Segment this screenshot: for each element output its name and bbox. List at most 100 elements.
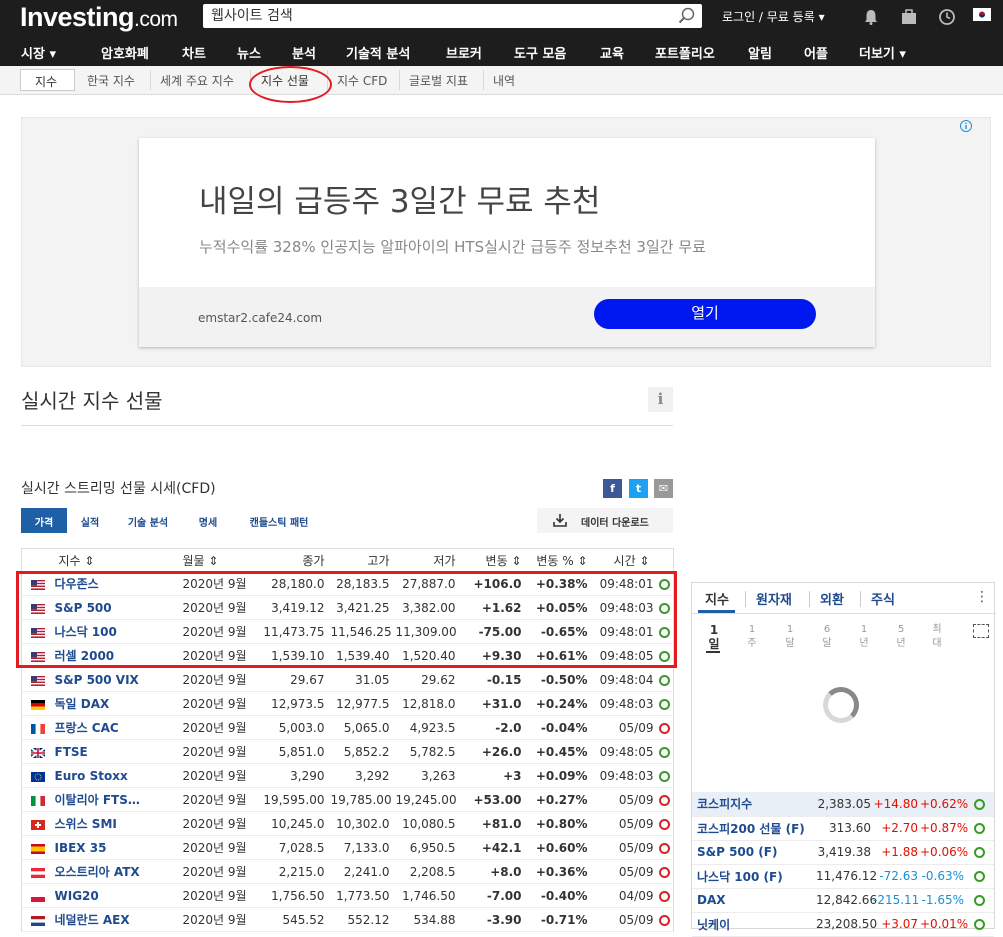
ad-open-button[interactable]: 열기: [594, 299, 816, 329]
high-price: 10,302.0: [330, 811, 396, 836]
header-change-pct[interactable]: 변동 % ⇕: [527, 548, 594, 572]
portfolio-icon[interactable]: [900, 8, 918, 26]
header-low[interactable]: 저가: [395, 548, 462, 572]
side-quote-row[interactable]: DAX 12,842.66 -215.11 -1.65%: [692, 888, 994, 913]
tab-earnings[interactable]: 실적: [69, 508, 111, 533]
subnav-korea-indices[interactable]: 한국 지수: [87, 72, 135, 89]
side-quote-row[interactable]: 나스닥 100 (F) 11,476.12 -72.63 -0.63%: [692, 864, 994, 889]
korea-flag-icon[interactable]: [973, 8, 991, 21]
table-row[interactable]: 프랑스 CAC 2020년 9월 5,003.0 5,065.0 4,923.5 -2.0…: [21, 715, 674, 740]
header-month[interactable]: 월물 ⇕: [182, 548, 261, 572]
table-row[interactable]: IBEX 35 2020년 9월 7,028.5 7,133.0 6,950.5 +42.…: [21, 835, 674, 860]
highlight-circle: [249, 66, 332, 103]
period-option[interactable]: 1 일: [706, 623, 722, 651]
nav-markets[interactable]: 시장 ▾: [21, 43, 56, 62]
search-icon[interactable]: [678, 7, 696, 25]
nav-analysis[interactable]: 분석: [292, 43, 316, 62]
header-change[interactable]: 변동 ⇕: [461, 548, 528, 572]
subnav-world-indices[interactable]: 세계 주요 지수: [160, 72, 234, 89]
subnav-global-indicators[interactable]: 글로벌 지표: [409, 72, 468, 89]
nav-tools[interactable]: 도구 모음: [514, 43, 566, 62]
nav-apps[interactable]: 어플: [804, 43, 828, 62]
quote-name-link[interactable]: 코스피200 선물 (F): [692, 816, 816, 841]
side-tab-commodities[interactable]: 원자재: [756, 589, 792, 608]
table-row[interactable]: 스위스 SMI 2020년 9월 10,245.0 10,302.0 10,080.5 +…: [21, 811, 674, 836]
ad-title: 내일의 급등주 3일간 무료 추천: [199, 184, 601, 220]
download-data-button[interactable]: 데이터 다운로드: [537, 508, 673, 533]
tab-price[interactable]: 가격: [21, 508, 67, 533]
index-name-link[interactable]: S&P 500 VIX: [54, 667, 183, 692]
nav-technical[interactable]: 기술적 분석: [346, 43, 410, 62]
clock-icon[interactable]: [938, 8, 956, 26]
twitter-icon[interactable]: t: [629, 479, 648, 498]
nav-charts[interactable]: 차트: [182, 43, 206, 62]
search-input[interactable]: [211, 6, 671, 26]
chart-expand-icon[interactable]: [973, 624, 989, 638]
quote-name-link[interactable]: 닛케이: [692, 912, 816, 937]
index-name-link[interactable]: WIG20: [54, 883, 183, 908]
nav-alerts[interactable]: 알림: [748, 43, 772, 62]
tab-specs[interactable]: 명세: [185, 508, 231, 533]
side-tab-forex[interactable]: 외환: [820, 589, 844, 608]
quote-name-link[interactable]: 나스닥 100 (F): [692, 864, 816, 889]
index-name-link[interactable]: 오스트리아 ATX: [54, 859, 183, 884]
header-close[interactable]: 종가: [260, 548, 331, 572]
table-row[interactable]: 오스트리아 ATX 2020년 9월 2,215.0 2,241.0 2,208.5 +8…: [21, 859, 674, 884]
header-time[interactable]: 시간 ⇕: [593, 548, 656, 572]
quote-name-link[interactable]: DAX: [692, 888, 816, 913]
nav-education[interactable]: 교육: [600, 43, 624, 62]
subnav-indices[interactable]: 지수: [20, 69, 75, 91]
header-name[interactable]: 지수 ⇕: [54, 548, 183, 572]
nav-brokers[interactable]: 브로커: [446, 43, 482, 62]
index-name-link[interactable]: Euro Stoxx: [54, 763, 183, 788]
side-quote-row[interactable]: S&P 500 (F) 3,419.38 +1.88 +0.06%: [692, 840, 994, 865]
table-row[interactable]: 독일 DAX 2020년 9월 12,973.5 12,977.5 12,818.0 +3…: [21, 691, 674, 716]
table-row[interactable]: 이탈리아 FTS… 2020년 9월 19,595.00 19,785.00 19,24…: [21, 787, 674, 812]
table-row[interactable]: FTSE 2020년 9월 5,851.0 5,852.2 5,782.5 +26.0 +0…: [21, 739, 674, 764]
ad-card[interactable]: 내일의 급등주 3일간 무료 추천 누적수익률 328% 인공지능 알파아이의 …: [139, 138, 875, 347]
change-percent: +0.60%: [527, 835, 594, 860]
header-high[interactable]: 고가: [330, 548, 396, 572]
nav-more[interactable]: 더보기 ▾: [859, 43, 906, 62]
investing-logo[interactable]: Investing.com: [20, 2, 178, 33]
period-option[interactable]: 6 달: [819, 623, 835, 651]
subnav-index-cfd[interactable]: 지수 CFD: [337, 72, 387, 89]
index-name-link[interactable]: 네덜란드 AEX: [54, 907, 183, 932]
side-quote-row[interactable]: 코스피200 선물 (F) 313.60 +2.70 +0.87%: [692, 816, 994, 841]
period-option[interactable]: 1 주: [744, 623, 760, 651]
quote-name-link[interactable]: 코스피지수: [692, 792, 816, 817]
ad-info-icon[interactable]: [960, 120, 972, 132]
tab-candlestick[interactable]: 캔들스틱 패턴: [233, 508, 325, 533]
table-row[interactable]: WIG20 2020년 9월 1,756.50 1,773.50 1,746.50 -7.…: [21, 883, 674, 908]
side-quote-row[interactable]: 코스피지수 2,383.05 +14.80 +0.62%: [692, 792, 994, 817]
index-name-link[interactable]: 스위스 SMI: [54, 811, 183, 836]
index-name-link[interactable]: 프랑스 CAC: [54, 715, 183, 740]
index-name-link[interactable]: IBEX 35: [54, 835, 183, 860]
side-quote-row[interactable]: 닛케이 23,208.50 +3.07 +0.01%: [692, 912, 994, 937]
period-option[interactable]: 1 년: [856, 623, 872, 651]
facebook-icon[interactable]: f: [603, 479, 622, 498]
table-row[interactable]: Euro Stoxx 2020년 9월 3,290 3,292 3,263 +3 +0.09…: [21, 763, 674, 788]
side-tab-indices[interactable]: 지수: [705, 589, 729, 608]
nav-crypto[interactable]: 암호화폐: [101, 43, 149, 62]
period-option[interactable]: 최 대: [929, 623, 945, 651]
index-name-link[interactable]: 이탈리아 FTS…: [54, 787, 183, 812]
bell-icon[interactable]: [862, 8, 880, 26]
side-tab-stocks[interactable]: 주식: [871, 589, 895, 608]
period-option[interactable]: 1 달: [782, 623, 798, 651]
subnav-history[interactable]: 내역: [493, 72, 515, 89]
info-icon[interactable]: i: [648, 387, 673, 412]
nav-news[interactable]: 뉴스: [237, 43, 261, 62]
low-price: 6,950.5: [395, 835, 462, 860]
index-name-link[interactable]: FTSE: [54, 739, 183, 764]
login-link[interactable]: 로그인 / 무료 등록 ▾: [722, 8, 825, 25]
more-options-icon[interactable]: ⋮: [975, 589, 989, 605]
index-name-link[interactable]: 독일 DAX: [54, 691, 183, 716]
tab-technical[interactable]: 기술 분석: [113, 508, 183, 533]
table-row[interactable]: 네덜란드 AEX 2020년 9월 545.52 552.12 534.88 -3.90-…: [21, 907, 674, 932]
quote-name-link[interactable]: S&P 500 (F): [692, 840, 816, 865]
period-option[interactable]: 5 년: [893, 623, 909, 651]
email-icon[interactable]: ✉: [654, 479, 673, 498]
nav-portfolio[interactable]: 포트폴리오: [655, 43, 715, 62]
table-row[interactable]: S&P 500 VIX 2020년 9월 29.67 31.05 29.62 -0.15-…: [21, 667, 674, 692]
